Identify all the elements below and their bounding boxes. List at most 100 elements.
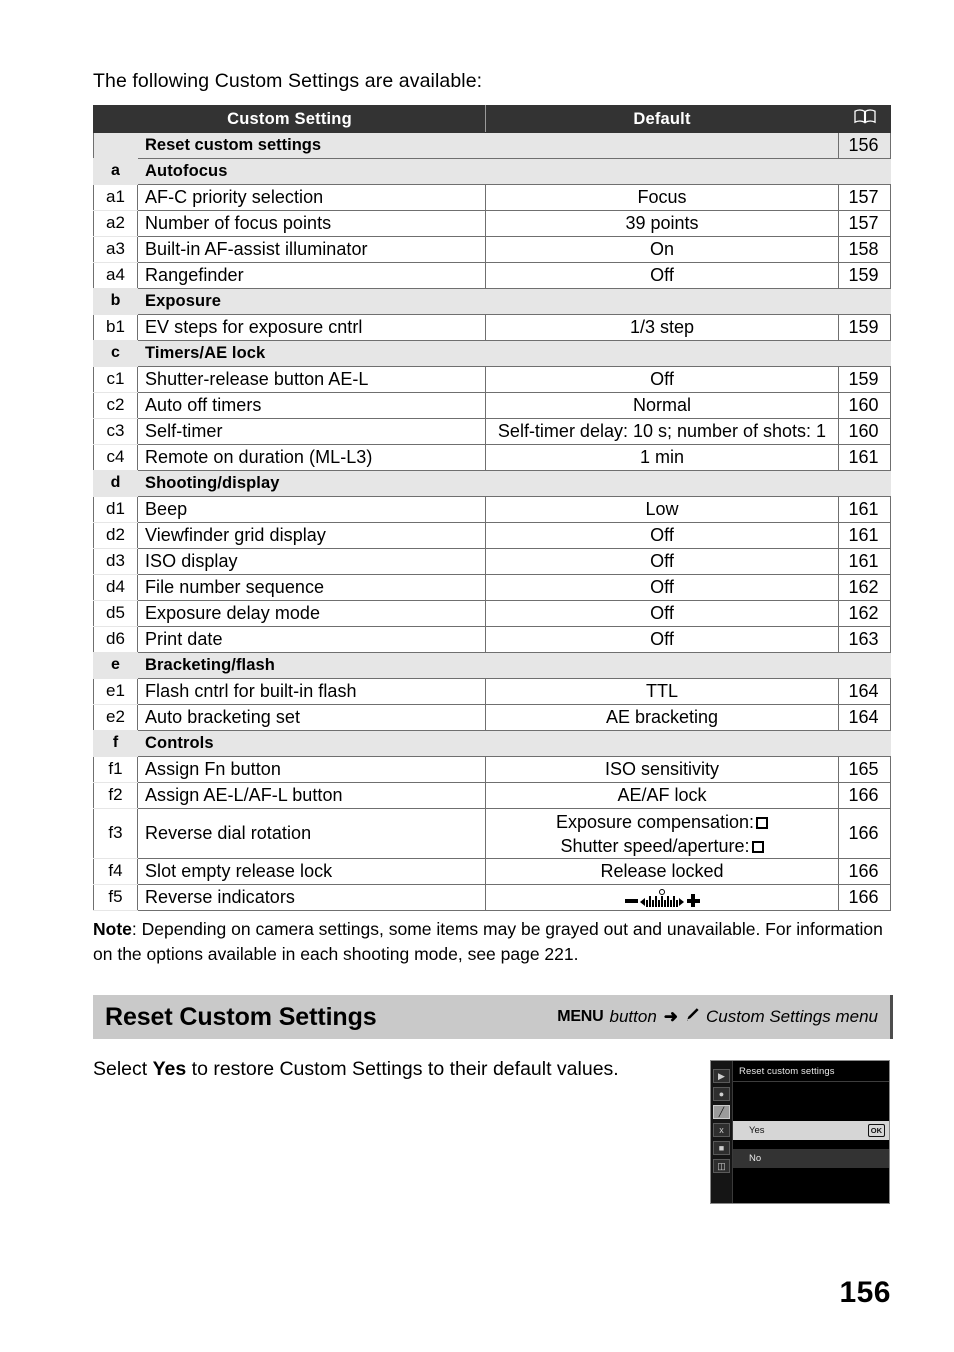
table-row: Reset custom settings 156 bbox=[93, 132, 891, 159]
setting-name: Exposure delay mode bbox=[137, 600, 486, 627]
page-reference: 159 bbox=[838, 366, 891, 393]
table-row: c1 Shutter-release button AE-L Off 159 bbox=[93, 366, 891, 393]
document-page: The following Custom Settings are availa… bbox=[93, 0, 893, 1352]
row-index: f bbox=[93, 730, 138, 757]
setting-name: Shutter-release button AE-L bbox=[137, 366, 486, 393]
page-reference: 161 bbox=[838, 522, 891, 549]
body-section: Select Yes to restore Custom Settings to… bbox=[93, 1056, 893, 1216]
page-reference: 165 bbox=[838, 756, 891, 783]
default-value: Self-timer delay: 10 s; number of shots:… bbox=[485, 418, 839, 445]
note-label: Note bbox=[93, 919, 132, 939]
default-value: AE bracketing bbox=[485, 704, 839, 731]
column-header-page bbox=[838, 105, 891, 133]
setting-name: AF-C priority selection bbox=[137, 184, 486, 211]
table-row: c3 Self-timer Self-timer delay: 10 s; numb… bbox=[93, 418, 891, 445]
setting-name: Rangefinder bbox=[137, 262, 486, 289]
default-value: ISO sensitivity bbox=[485, 756, 839, 783]
setting-name: Number of focus points bbox=[137, 210, 486, 237]
arrow-right-icon: ➜ bbox=[663, 1007, 679, 1026]
setting-name: Built-in AF-assist illuminator bbox=[137, 236, 486, 263]
row-index: d3 bbox=[93, 548, 138, 575]
row-index: c4 bbox=[93, 444, 138, 471]
ok-badge: OK bbox=[867, 1124, 885, 1137]
checkbox-icon bbox=[756, 816, 769, 829]
setting-name: Assign AE-L/AF-L button bbox=[137, 782, 486, 809]
page-reference: 166 bbox=[838, 808, 891, 859]
page-number: 156 bbox=[839, 1276, 891, 1309]
row-index: f5 bbox=[93, 884, 138, 911]
table-row: c2 Auto off timers Normal 160 bbox=[93, 392, 891, 419]
group-label: Controls bbox=[137, 730, 891, 757]
row-index: c3 bbox=[93, 418, 138, 445]
menu-path: MENU button ➜ Custom Settings menu bbox=[557, 1007, 880, 1027]
page-reference: 157 bbox=[838, 184, 891, 211]
row-index: a bbox=[93, 158, 138, 185]
table-row: c4 Remote on duration (ML-L3) 1 min 161 bbox=[93, 444, 891, 471]
default-value: 39 points bbox=[485, 210, 839, 237]
table-row: c Timers/AE lock bbox=[93, 340, 891, 367]
row-index: b1 bbox=[93, 314, 138, 341]
body-emphasis: Yes bbox=[152, 1058, 187, 1080]
default-value: Low bbox=[485, 496, 839, 523]
setting-name: Self-timer bbox=[137, 418, 486, 445]
table-row: e1 Flash cntrl for built-in flash TTL 164 bbox=[93, 678, 891, 705]
row-index bbox=[93, 132, 138, 159]
menu-button-label: MENU bbox=[557, 1008, 604, 1025]
table-row: d6 Print date Off 163 bbox=[93, 626, 891, 653]
book-icon bbox=[853, 109, 876, 129]
row-index: c2 bbox=[93, 392, 138, 419]
camera-lcd-screenshot: ▶ ● ╱ x ■ ◫ Reset custom settings Yes OK… bbox=[710, 1060, 890, 1204]
column-header-default: Default bbox=[485, 105, 839, 133]
lcd-option-yes-label: Yes bbox=[749, 1125, 765, 1136]
table-row: b Exposure bbox=[93, 288, 891, 315]
page-reference: 166 bbox=[838, 884, 891, 911]
row-index: d6 bbox=[93, 626, 138, 653]
body-suffix: to restore Custom Settings to their defa… bbox=[186, 1058, 619, 1080]
retouch-icon[interactable]: ■ bbox=[713, 1141, 730, 1155]
default-value: On bbox=[485, 236, 839, 263]
button-word-label: button bbox=[609, 1007, 657, 1026]
row-index: d1 bbox=[93, 496, 138, 523]
setting-name: Auto bracketing set bbox=[137, 704, 486, 731]
shooting-menu-icon[interactable]: ● bbox=[713, 1087, 730, 1101]
page-reference: 163 bbox=[838, 626, 891, 653]
default-value bbox=[485, 884, 839, 911]
table-row: b1 EV steps for exposure cntrl 1/3 step 159 bbox=[93, 314, 891, 341]
group-label: Bracketing/flash bbox=[137, 652, 891, 679]
group-label: Autofocus bbox=[137, 158, 891, 185]
row-index: e2 bbox=[93, 704, 138, 731]
table-row: d4 File number sequence Off 162 bbox=[93, 574, 891, 601]
table-body: Reset custom settings 156 a Autofocus a1 AF-C… bbox=[93, 132, 891, 911]
table-row: f4 Slot empty release lock Release locked 1… bbox=[93, 858, 891, 885]
table-row: d3 ISO display Off 161 bbox=[93, 548, 891, 575]
section-title: Reset Custom Settings bbox=[105, 1002, 377, 1031]
setup-wrench-icon[interactable]: x bbox=[713, 1123, 730, 1137]
table-row: f Controls bbox=[93, 730, 891, 757]
pencil-icon bbox=[685, 1007, 700, 1027]
page-reference: 161 bbox=[838, 496, 891, 523]
page-reference: 166 bbox=[838, 858, 891, 885]
setting-name: ISO display bbox=[137, 548, 486, 575]
row-index: d2 bbox=[93, 522, 138, 549]
custom-settings-pencil-icon[interactable]: ╱ bbox=[713, 1105, 730, 1119]
recent-settings-icon[interactable]: ◫ bbox=[713, 1159, 730, 1173]
default-value: 1 min bbox=[485, 444, 839, 471]
setting-name: File number sequence bbox=[137, 574, 486, 601]
table-row: d Shooting/display bbox=[93, 470, 891, 497]
custom-settings-table: Custom Setting Default Reset custom sett… bbox=[93, 105, 891, 911]
page-reference: 161 bbox=[838, 444, 891, 471]
table-row: a3 Built-in AF-assist illuminator On 158 bbox=[93, 236, 891, 263]
row-index: c bbox=[93, 340, 138, 367]
default-value: AE/AF lock bbox=[485, 782, 839, 809]
default-value: Off bbox=[485, 522, 839, 549]
exposure-indicator-icon bbox=[624, 889, 700, 908]
lcd-option-yes[interactable]: Yes OK bbox=[733, 1121, 889, 1140]
body-prefix: Select bbox=[93, 1058, 153, 1080]
row-index: b bbox=[93, 288, 138, 315]
playback-icon[interactable]: ▶ bbox=[713, 1069, 730, 1083]
setting-name: EV steps for exposure cntrl bbox=[137, 314, 486, 341]
lcd-option-no-label: No bbox=[749, 1153, 762, 1164]
page-reference: 159 bbox=[838, 314, 891, 341]
table-row: f2 Assign AE-L/AF-L button AE/AF lock 166 bbox=[93, 782, 891, 809]
lcd-option-no[interactable]: No bbox=[733, 1149, 889, 1168]
